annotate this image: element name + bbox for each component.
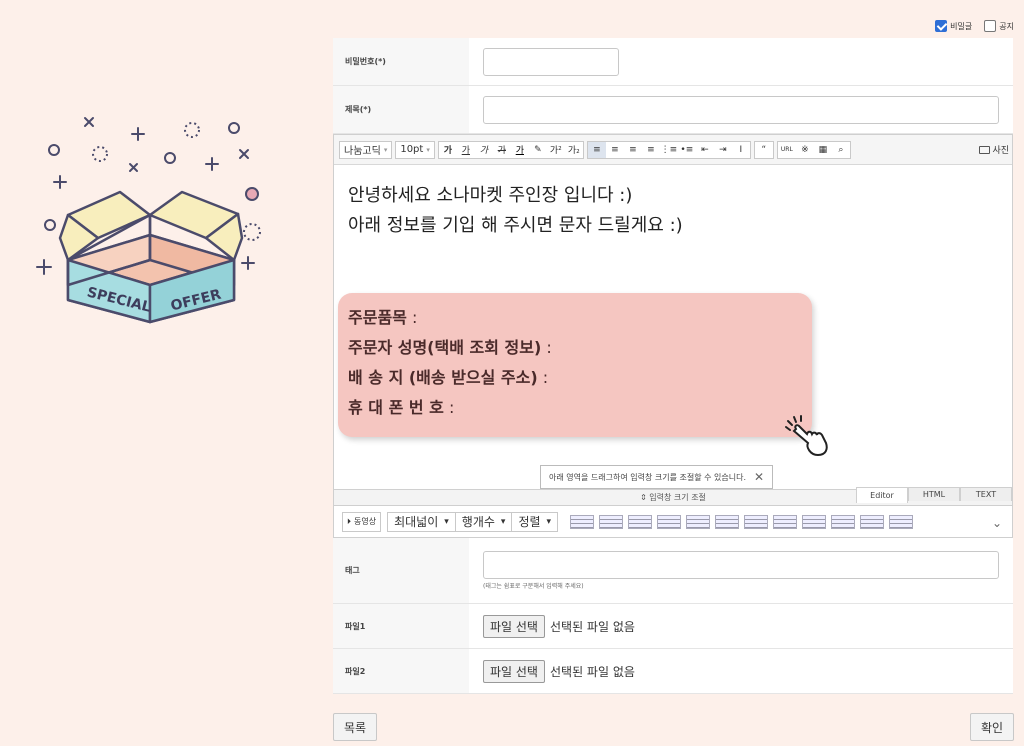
table-template-icon[interactable] (657, 514, 682, 529)
underline-icon[interactable]: 가 (457, 142, 475, 158)
post-options: 비밀글 공지 (935, 20, 1014, 32)
table-template-icon[interactable] (860, 514, 885, 529)
file2-row: 파일2 파일 선택 선택된 파일 없음 (333, 649, 1013, 694)
ordered-list-icon[interactable]: ⋮≡ (660, 142, 678, 158)
list-button[interactable]: 목록 (333, 713, 377, 741)
notice-checkbox[interactable]: 공지 (984, 20, 1014, 32)
table-template-icon[interactable] (744, 514, 769, 529)
rich-text-editor: 나눔고딕 ▾ 10pt ▾ 가 가 가 가 가 ✎ 가² 가₂ ≡ ≡ ≡ ≡ ⋮≡… (333, 134, 1013, 506)
table-template-icon[interactable] (599, 514, 624, 529)
play-icon: ⏵ (347, 516, 351, 526)
file1-status: 선택된 파일 없음 (549, 619, 635, 634)
editor-mode-tabs: Editor HTML TEXT (856, 487, 1012, 503)
table-template-icon[interactable] (831, 514, 856, 529)
link-icon[interactable]: URL (778, 142, 796, 158)
font-color-icon[interactable]: 가 (511, 142, 529, 158)
table-template-icon[interactable] (773, 514, 798, 529)
tab-editor[interactable]: Editor (856, 487, 908, 503)
password-input[interactable] (483, 47, 619, 76)
tab-html[interactable]: HTML (908, 487, 960, 501)
pointing-hand-icon (785, 415, 828, 457)
align-select[interactable]: 정렬 ▾ (512, 511, 559, 532)
title-input[interactable] (483, 95, 999, 124)
checkbox-checked-icon[interactable] (935, 20, 948, 32)
highlight-icon[interactable]: ✎ (529, 142, 547, 158)
resize-tooltip: 아래 영역을 드래그하여 입력창 크기를 조절할 수 있습니다. ✕ (540, 465, 774, 489)
table-template-icon[interactable] (715, 514, 740, 529)
password-label: 비밀번호(*) (333, 38, 469, 85)
password-row: 비밀번호(*) (333, 38, 1013, 86)
special-char-icon[interactable]: ※ (796, 142, 814, 158)
insert-group: URL ※ ▦ ⌕ (776, 140, 851, 159)
body-line-1: 안녕하세요 소나마켓 주인장 입니다 :) (348, 185, 633, 206)
photo-button[interactable]: 사진 (979, 143, 1009, 156)
file1-choose-button[interactable]: 파일 선택 (483, 614, 545, 638)
align-center-icon[interactable]: ≡ (606, 142, 624, 158)
order-item-line: 주문품목 : (348, 308, 418, 327)
quote-icon[interactable]: “ (755, 142, 773, 158)
table-template-list (570, 514, 914, 529)
secret-checkbox[interactable]: 비밀글 (935, 20, 972, 32)
quote-group: “ (753, 140, 774, 159)
media-toolbar: ⏵ 동영상 최대넓이 ▾ 행개수 ▾ 정렬 ▾ ⌄ (333, 506, 1013, 538)
editor-body[interactable]: 안녕하세요 소나마켓 주인장 입니다 :) 아래 정보를 기입 해 주시면 문자… (334, 165, 1012, 257)
order-info-card: 주문품목 : 주문자 성명(택배 조회 정보) : 배 송 지 (배송 받으실 … (338, 293, 812, 437)
subscript-icon[interactable]: 가₂ (565, 142, 583, 158)
search-icon[interactable]: ⌕ (832, 142, 850, 158)
table-template-icon[interactable] (802, 514, 827, 529)
file2-label: 파일2 (333, 649, 469, 693)
file1-row: 파일1 파일 선택 선택된 파일 없음 (333, 604, 1013, 649)
line-height-icon[interactable]: I (732, 142, 750, 158)
table-template-icon[interactable] (570, 514, 595, 529)
checkbox-empty-icon[interactable] (984, 20, 997, 32)
max-width-select[interactable]: 최대넓이 ▾ (387, 511, 456, 532)
table-template-icon[interactable] (628, 514, 653, 529)
strike-icon[interactable]: 가 (493, 142, 511, 158)
camera-icon (979, 145, 991, 154)
align-left-icon[interactable]: ≡ (587, 141, 606, 158)
notice-label: 공지 (999, 21, 1014, 31)
table-template-icon[interactable] (686, 514, 711, 529)
address-line: 배 송 지 (배송 받으실 주소) : (348, 368, 549, 387)
title-row: 제목(*) (333, 86, 1013, 134)
tag-input[interactable] (483, 551, 999, 579)
body-line-2: 아래 정보를 기입 해 주시면 문자 드릴게요 :) (348, 215, 683, 236)
align-group: ≡ ≡ ≡ ≡ ⋮≡ •≡ ⇤ ⇥ I (586, 140, 751, 159)
video-button[interactable]: ⏵ 동영상 (342, 511, 382, 532)
table-icon[interactable]: ▦ (814, 142, 832, 158)
editor-toolbar: 나눔고딕 ▾ 10pt ▾ 가 가 가 가 가 ✎ 가² 가₂ ≡ ≡ ≡ ≡ ⋮≡… (334, 135, 1012, 165)
confirm-button[interactable]: 확인 (970, 713, 1014, 741)
tag-hint: (태그는 쉼표로 구분해서 입력해 주세요) (483, 583, 584, 590)
tag-label: 태그 (333, 538, 469, 603)
bullet-list-icon[interactable]: •≡ (678, 142, 696, 158)
table-template-icon[interactable] (889, 514, 914, 529)
secret-label: 비밀글 (950, 21, 973, 31)
indent-icon[interactable]: ⇥ (714, 142, 732, 158)
phone-line: 휴 대 폰 번 호 : (348, 398, 455, 417)
close-icon[interactable]: ✕ (754, 470, 764, 484)
file2-choose-button[interactable]: 파일 선택 (483, 659, 545, 683)
tab-text[interactable]: TEXT (960, 487, 1012, 501)
file1-label: 파일1 (333, 604, 469, 648)
rows-select[interactable]: 행개수 ▾ (455, 511, 513, 532)
superscript-icon[interactable]: 가² (547, 142, 565, 158)
align-right-icon[interactable]: ≡ (624, 142, 642, 158)
align-justify-icon[interactable]: ≡ (642, 142, 660, 158)
format-group: 가 가 가 가 가 ✎ 가² 가₂ (437, 140, 584, 159)
file2-status: 선택된 파일 없음 (549, 664, 635, 679)
tag-row: 태그 (태그는 쉼표로 구분해서 입력해 주세요) (333, 538, 1013, 604)
chevron-down-icon[interactable]: ⌄ (992, 516, 1002, 530)
italic-icon[interactable]: 가 (475, 142, 493, 158)
title-label: 제목(*) (333, 86, 469, 133)
size-select[interactable]: 10pt ▾ (395, 140, 435, 159)
orderer-name-line: 주문자 성명(택배 조회 정보) : (348, 338, 552, 357)
special-offer-illustration: SPECIAL OFFER (30, 110, 270, 340)
outdent-icon[interactable]: ⇤ (696, 142, 714, 158)
font-select[interactable]: 나눔고딕 ▾ (339, 140, 393, 159)
post-form: 비밀번호(*) 제목(*) 나눔고딕 ▾ 10pt ▾ 가 가 가 가 가 ✎ 가²… (333, 38, 1013, 694)
bold-icon[interactable]: 가 (439, 142, 457, 158)
